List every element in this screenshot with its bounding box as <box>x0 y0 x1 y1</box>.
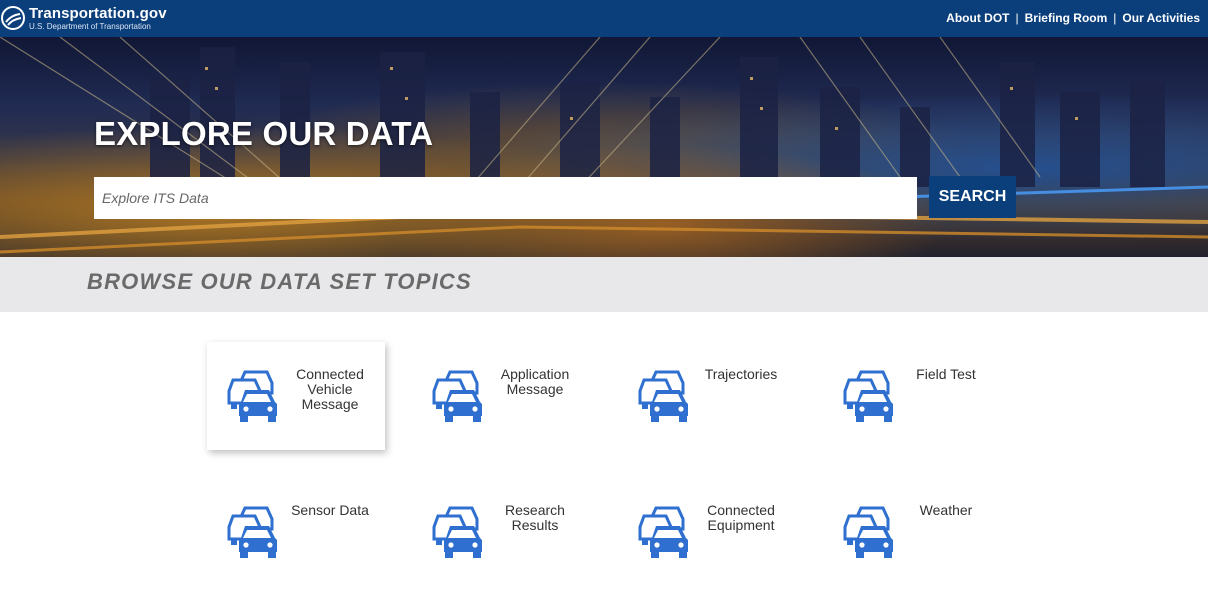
topic-label: Application Message <box>500 366 570 397</box>
topic-label: Sensor Data <box>291 502 369 518</box>
topic-tile-connected-equipment[interactable]: Connected Equipment <box>618 478 796 586</box>
nav-separator: | <box>1015 11 1019 25</box>
topic-label: Connected Vehicle Message <box>296 366 364 412</box>
topic-tile-application-message[interactable]: Application Message <box>412 342 590 450</box>
cars-icon <box>638 506 690 558</box>
topic-grid: Connected Vehicle Message Application Me… <box>207 342 1027 602</box>
site-logo[interactable]: Transportation.gov U.S. Department of Tr… <box>0 2 167 34</box>
cars-icon <box>227 506 279 558</box>
topic-label: Field Test <box>916 366 976 382</box>
logo-title: Transportation.gov <box>29 4 167 22</box>
dot-logo-icon <box>1 6 25 30</box>
hero-banner: EXPLORE OUR DATA SEARCH <box>0 37 1208 257</box>
topic-tile-weather[interactable]: Weather <box>823 478 1001 586</box>
nav-our-activities[interactable]: Our Activities <box>1122 11 1200 25</box>
topic-tile-research-results[interactable]: Research Results <box>412 478 590 586</box>
site-header: Transportation.gov U.S. Department of Tr… <box>0 0 1208 37</box>
topic-label: Weather <box>919 502 973 518</box>
cars-icon <box>432 506 484 558</box>
topic-label: Research Results <box>505 502 565 533</box>
search-input[interactable] <box>94 177 917 219</box>
topic-label: Connected Equipment <box>707 502 775 533</box>
topic-tile-trajectories[interactable]: Trajectories <box>618 342 796 450</box>
topic-tile-sensor-data[interactable]: Sensor Data <box>207 478 385 586</box>
cars-icon <box>227 370 279 422</box>
logo-subtitle: U.S. Department of Transportation <box>29 21 151 31</box>
topic-tile-connected-vehicle-message[interactable]: Connected Vehicle Message <box>207 342 385 450</box>
search-button[interactable]: SEARCH <box>929 176 1016 218</box>
nav-about-dot[interactable]: About DOT <box>946 11 1009 25</box>
hero-title: EXPLORE OUR DATA <box>94 115 434 152</box>
topic-label: Trajectories <box>704 366 778 382</box>
browse-section-header: BROWSE OUR DATA SET TOPICS <box>0 257 1208 312</box>
cars-icon <box>638 370 690 422</box>
cars-icon <box>432 370 484 422</box>
nav-separator: | <box>1113 11 1117 25</box>
topic-tile-field-test[interactable]: Field Test <box>823 342 1001 450</box>
cars-icon <box>843 370 895 422</box>
nav-briefing-room[interactable]: Briefing Room <box>1025 11 1108 25</box>
cars-icon <box>843 506 895 558</box>
browse-title: BROWSE OUR DATA SET TOPICS <box>87 269 472 294</box>
top-nav: About DOT | Briefing Room | Our Activiti… <box>946 11 1200 25</box>
